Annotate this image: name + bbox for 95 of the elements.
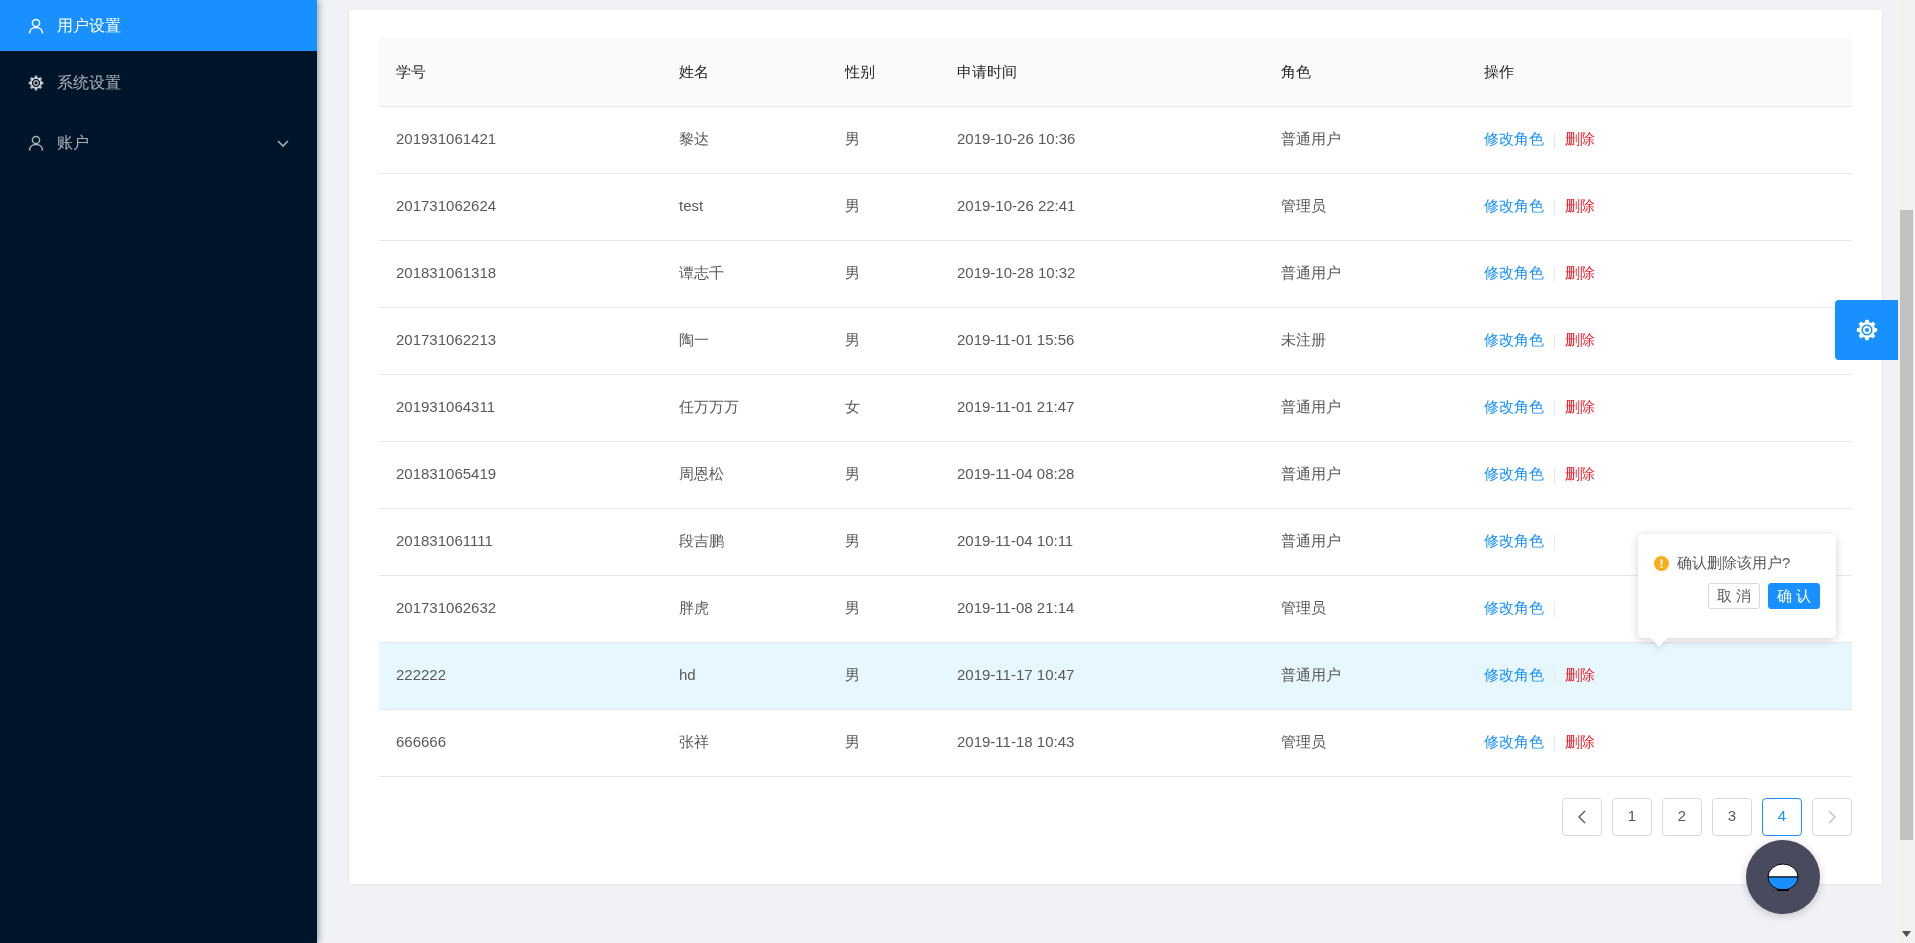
table-cell: 2019-11-04 08:28 — [940, 441, 1264, 508]
previous-page-button[interactable] — [1562, 797, 1602, 836]
table-cell: 普通用户 — [1264, 642, 1467, 709]
table-cell: 201831061111 — [379, 508, 662, 575]
table-cell: 666666 — [379, 709, 662, 776]
user-icon — [28, 135, 44, 151]
delete-link[interactable]: 删除 — [1565, 264, 1595, 282]
edit-role-link[interactable]: 修改角色 — [1484, 532, 1544, 550]
table-cell: 周恩松 — [662, 441, 828, 508]
table-cell: 任万万万 — [662, 374, 828, 441]
table-cell: 男 — [828, 307, 940, 374]
table-cell: 未注册 — [1264, 307, 1467, 374]
table-cell: 男 — [828, 240, 940, 307]
delete-link[interactable]: 删除 — [1565, 197, 1595, 215]
table-cell: 201731062213 — [379, 307, 662, 374]
table-cell: 胖虎 — [662, 575, 828, 642]
table-cell: 2019-11-04 10:11 — [940, 508, 1264, 575]
table-cell: 女 — [828, 374, 940, 441]
table-cell: 普通用户 — [1264, 106, 1467, 173]
table-cell: 2019-11-17 10:47 — [940, 642, 1264, 709]
confirm-button[interactable]: 确 认 — [1767, 582, 1820, 609]
table-cell: 普通用户 — [1264, 240, 1467, 307]
table-cell: 黎达 — [662, 106, 828, 173]
settings-icon — [28, 75, 44, 91]
table-cell: hd — [662, 642, 828, 709]
scrollbar[interactable] — [1898, 0, 1915, 943]
cancel-button[interactable]: 取 消 — [1707, 582, 1760, 609]
table-cell: 2019-10-26 10:36 — [940, 106, 1264, 173]
table-cell: 2019-11-08 21:14 — [940, 575, 1264, 642]
edit-role-link[interactable]: 修改角色 — [1484, 398, 1544, 416]
edit-role-link[interactable]: 修改角色 — [1484, 666, 1544, 684]
column-header: 申请时间 — [940, 38, 1264, 106]
table-cell: 201931061421 — [379, 106, 662, 173]
table-cell: test — [662, 173, 828, 240]
delete-link[interactable]: 删除 — [1565, 398, 1595, 416]
table-cell: 管理员 — [1264, 709, 1467, 776]
table-cell: 201731062632 — [379, 575, 662, 642]
scroll-down-icon[interactable] — [1902, 931, 1911, 937]
edit-role-link[interactable]: 修改角色 — [1484, 465, 1544, 483]
edit-role-link[interactable]: 修改角色 — [1484, 599, 1544, 617]
delete-link[interactable]: 删除 — [1565, 666, 1595, 684]
table-cell: 2019-11-01 15:56 — [940, 307, 1264, 374]
edit-role-link[interactable]: 修改角色 — [1484, 130, 1544, 148]
warning-icon — [1654, 555, 1669, 571]
table-cell: 男 — [828, 642, 940, 709]
table-cell: 男 — [828, 575, 940, 642]
sidebar-item[interactable]: 用户设置 — [0, 0, 317, 51]
settings-icon — [1855, 319, 1878, 341]
page-button[interactable]: 2 — [1662, 797, 1702, 836]
table-cell: 段吉鹏 — [662, 508, 828, 575]
delete-link[interactable]: 删除 — [1565, 465, 1595, 483]
column-header: 姓名 — [662, 38, 828, 106]
page-button[interactable]: 1 — [1612, 797, 1652, 836]
table-cell: 男 — [828, 441, 940, 508]
sidebar-item[interactable]: 账户 — [0, 115, 317, 171]
table-cell: 201831065419 — [379, 441, 662, 508]
table-cell: 201831061318 — [379, 240, 662, 307]
table-cell: 张祥 — [662, 709, 828, 776]
table-cell: 谭志千 — [662, 240, 828, 307]
column-header: 学号 — [379, 38, 662, 106]
page-button[interactable]: 3 — [1712, 797, 1752, 836]
table-cell: 普通用户 — [1264, 374, 1467, 441]
table-cell: 2019-10-26 22:41 — [940, 173, 1264, 240]
table-cell: 管理员 — [1264, 575, 1467, 642]
table-cell: 2019-11-18 10:43 — [940, 709, 1264, 776]
edit-role-link[interactable]: 修改角色 — [1484, 197, 1544, 215]
user-icon — [28, 17, 44, 34]
delete-link[interactable]: 删除 — [1565, 331, 1595, 349]
rice-bowl-icon — [1766, 862, 1800, 892]
table-cell: 201731062624 — [379, 173, 662, 240]
settings-button[interactable] — [1835, 300, 1898, 360]
sidebar-item[interactable]: 系统设置 — [0, 55, 317, 111]
delete-link[interactable]: 删除 — [1565, 130, 1595, 148]
column-header: 性别 — [828, 38, 940, 106]
column-header: 操作 — [1467, 38, 1852, 106]
table-cell: 管理员 — [1264, 173, 1467, 240]
table-cell: 男 — [828, 508, 940, 575]
edit-role-link[interactable]: 修改角色 — [1484, 264, 1544, 282]
table-cell: 男 — [828, 173, 940, 240]
floating-button[interactable] — [1746, 840, 1820, 914]
table-cell: 2019-10-28 10:32 — [940, 240, 1264, 307]
table-cell: 2019-11-01 21:47 — [940, 374, 1264, 441]
table-cell: 普通用户 — [1264, 441, 1467, 508]
edit-role-link[interactable]: 修改角色 — [1484, 331, 1544, 349]
table-cell: 普通用户 — [1264, 508, 1467, 575]
table-cell: 陶一 — [662, 307, 828, 374]
confirm-message: 确认删除该用户? — [1677, 553, 1791, 573]
edit-role-link[interactable]: 修改角色 — [1484, 733, 1544, 751]
table-cell: 男 — [828, 709, 940, 776]
column-header: 角色 — [1264, 38, 1467, 106]
delete-link[interactable]: 删除 — [1565, 733, 1595, 751]
table-cell: 222222 — [379, 642, 662, 709]
table-cell: 男 — [828, 106, 940, 173]
page-button[interactable]: 4 — [1762, 797, 1802, 836]
table-cell: 201931064311 — [379, 374, 662, 441]
